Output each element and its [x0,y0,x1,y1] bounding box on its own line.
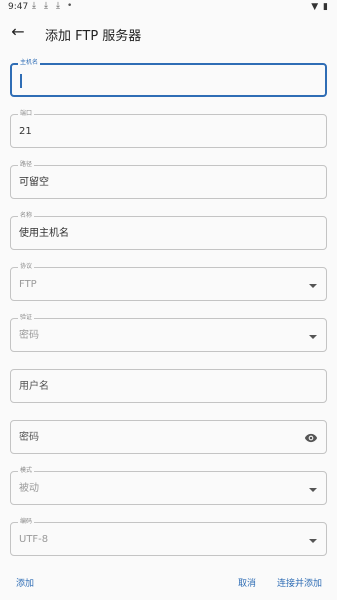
dropdown-arrow-icon [309,539,317,543]
protocol-select[interactable]: 协议 FTP [10,263,327,301]
mode-select[interactable]: 模式 被动 [10,467,327,505]
encoding-label: 编码 [18,518,35,526]
auth-value: 密码 [19,330,39,341]
page-title: 添加 FTP 服务器 [45,29,142,44]
dropdown-arrow-icon [309,335,317,339]
mode-value: 被动 [19,483,39,494]
status-bar: 9:47 ⤓ ⤓ ⤓ • ▼ ▮ [0,0,337,16]
dot-icon: • [67,1,73,11]
password-field[interactable]: 密码 [10,420,327,454]
path-value: 可留空 [19,177,49,188]
visibility-icon[interactable] [304,431,318,445]
add-button[interactable]: 添加 [16,576,34,589]
bottom-action-bar: 添加 取消 连接并添加 [0,566,337,600]
username-field[interactable]: 用户名 [10,369,327,403]
port-value: 21 [19,126,32,137]
encoding-select[interactable]: 编码 UTF-8 [10,518,327,556]
path-label: 路径 [18,161,35,169]
protocol-value: FTP [19,279,37,290]
status-time: 9:47 [8,2,29,12]
name-label: 名称 [18,212,35,220]
auth-label: 验证 [18,314,35,322]
dropdown-arrow-icon [309,488,317,492]
status-icons: ▼ ▮ [311,2,329,12]
text-cursor [20,74,22,88]
dropdown-arrow-icon [309,284,317,288]
mode-label: 模式 [18,467,35,475]
port-label: 端口 [18,110,35,118]
port-field[interactable]: 端口 21 [10,110,327,148]
cancel-button[interactable]: 取消 [238,576,256,589]
app-bar: ← 添加 FTP 服务器 [0,16,337,50]
encoding-value: UTF-8 [19,534,49,545]
protocol-label: 协议 [18,263,35,271]
arrow-back-icon: ← [11,22,25,41]
username-placeholder: 用户名 [19,381,49,392]
path-field[interactable]: 路径 可留空 [10,161,327,199]
connect-and-add-button[interactable]: 连接并添加 [277,576,322,589]
auth-select[interactable]: 验证 密码 [10,314,327,352]
back-button[interactable]: ← [8,22,28,42]
battery-icon: ▮ [323,2,329,12]
wifi-icon: ▼ [311,2,320,12]
download-icon: ⤓ [56,1,60,11]
host-field[interactable]: 主机名 [10,59,327,97]
download-icon: ⤓ [32,1,36,11]
host-label: 主机名 [18,59,41,67]
name-field[interactable]: 名称 使用主机名 [10,212,327,250]
download-icon: ⤓ [44,1,48,11]
password-placeholder: 密码 [19,432,39,443]
name-value: 使用主机名 [19,228,69,239]
